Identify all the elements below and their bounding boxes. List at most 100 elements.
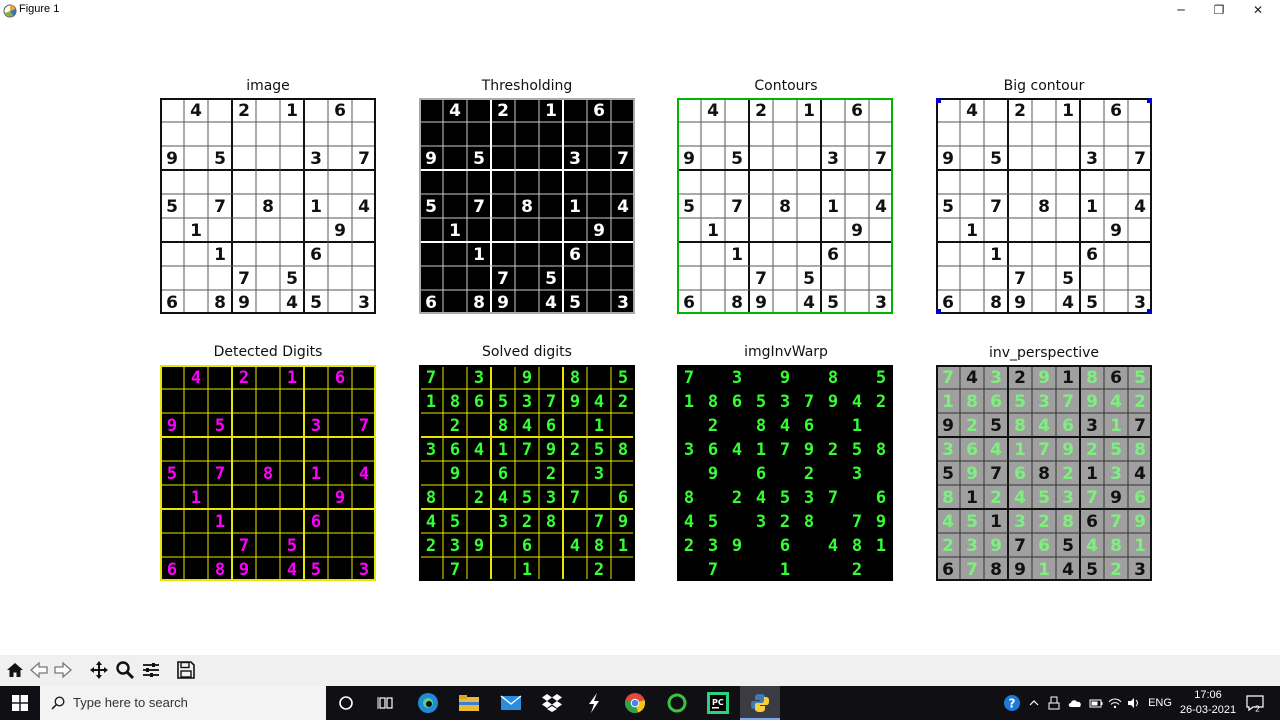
digit-cell: 5	[731, 149, 743, 169]
digit-cell: 7	[450, 560, 460, 580]
digit-cell: 8	[1038, 464, 1050, 484]
winamp-icon[interactable]	[574, 686, 614, 720]
usb-icon[interactable]	[1046, 686, 1062, 720]
digit-cell: 3	[804, 488, 814, 508]
digit-cell: 4	[1038, 416, 1050, 436]
pycharm-icon[interactable]: PC	[698, 686, 738, 720]
sudoku-grid: 7 3 9 8 51 8 6 5 3 7 9 4 22 8 4 6 13 6 4 1 7 9 2 5 89 6 2 38 2 4 5 3 7 64…	[677, 365, 893, 581]
start-button[interactable]	[0, 686, 40, 720]
save-icon[interactable]	[174, 658, 198, 682]
digit-cell: 7	[780, 440, 790, 460]
digit-cell: 8	[876, 440, 886, 460]
digit-cell: 3	[852, 464, 862, 484]
digit-cell: 3	[875, 293, 887, 313]
digit-cell: 8	[546, 512, 556, 532]
digit-cell: 2	[1038, 512, 1050, 532]
taskbar-clock[interactable]: 17:06 26-03-2021	[1170, 688, 1246, 718]
notification-center-icon[interactable]: 2	[1244, 686, 1266, 720]
digit-cell: 2	[990, 488, 1002, 508]
panel-title-img-inv-warp: imgInvWarp	[744, 344, 828, 360]
digit-cell: 1	[966, 488, 978, 508]
forward-arrow-icon[interactable]	[51, 658, 75, 682]
zoom-icon[interactable]	[113, 658, 137, 682]
volume-icon[interactable]	[1126, 686, 1142, 720]
cloud-icon[interactable]	[1066, 686, 1084, 720]
digit-cell: 5	[1086, 293, 1098, 313]
help-icon[interactable]: ?	[1002, 686, 1022, 720]
digit-cell: 9	[966, 464, 978, 484]
digit-cell: 4	[1086, 536, 1098, 556]
close-button[interactable]: ✕	[1239, 0, 1277, 20]
search-placeholder: Type here to search	[73, 695, 188, 710]
file-explorer-icon[interactable]	[449, 686, 489, 720]
dropbox-icon[interactable]	[532, 686, 572, 720]
digit-cell: 6	[425, 293, 437, 313]
digit-cell: 6	[166, 293, 178, 313]
digit-cell: 2	[522, 512, 532, 532]
digit-cell: 7	[1014, 269, 1026, 289]
digit-cell: 5	[1110, 440, 1122, 460]
digit-cell: 1	[449, 221, 461, 241]
chevron-up-icon[interactable]	[1026, 686, 1042, 720]
digit-cell: 3	[990, 368, 1002, 388]
sudoku-grid: 4 2 1 69 5 3 75 7 8 1 41 91 67 56 8 9 4 5 3	[160, 98, 376, 314]
digit-cell: 5	[1014, 392, 1026, 412]
python-icon[interactable]	[740, 686, 780, 720]
digit-cell: 7	[828, 488, 838, 508]
battery-icon[interactable]	[1088, 686, 1104, 720]
digit-cell: 2	[876, 392, 886, 412]
digit-cell: 9	[942, 149, 954, 169]
svg-text:PC: PC	[712, 698, 724, 707]
digit-cell: 2	[238, 101, 250, 121]
digit-cell: 1	[214, 245, 226, 265]
digit-cell: 9	[474, 536, 484, 556]
digit-cell: 6	[1110, 101, 1122, 121]
digit-cell: 5	[708, 512, 718, 532]
digit-cell: 8	[594, 536, 604, 556]
digit-cell: 5	[522, 488, 532, 508]
sudoku-grid: 4 2 1 69 5 3 75 7 8 1 41 91 67 56 8 9 4 5 3	[419, 98, 635, 314]
taskbar-search-box[interactable]: Type here to search	[40, 686, 326, 720]
minimize-button[interactable]: ─	[1162, 0, 1200, 20]
matplotlib-app-icon	[3, 3, 17, 18]
digit-cell: 5	[569, 293, 581, 313]
wifi-icon[interactable]	[1107, 686, 1123, 720]
digit-cell: 1	[756, 440, 766, 460]
digit-cell: 7	[1038, 440, 1050, 460]
digit-cell: 1	[707, 221, 719, 241]
back-arrow-icon[interactable]	[27, 658, 51, 682]
digit-cell: 3	[450, 536, 460, 556]
chrome-icon[interactable]	[615, 686, 655, 720]
restore-button[interactable]: ❐	[1200, 0, 1238, 20]
configure-subplots-icon[interactable]	[139, 658, 163, 682]
digit-cell: 1	[731, 245, 743, 265]
mail-icon[interactable]	[491, 686, 531, 720]
digit-cell: 7	[684, 368, 694, 388]
edge-icon[interactable]	[408, 686, 448, 720]
digit-cell: 2	[708, 416, 718, 436]
digit-cell: 6	[593, 101, 605, 121]
panel-title-detected-digits: Detected Digits	[213, 344, 323, 360]
digit-cell: 5	[966, 512, 978, 532]
digit-cell: 4	[966, 368, 978, 388]
digit-cell: 3	[780, 392, 790, 412]
digit-cell: 2	[755, 101, 767, 121]
digit-cell: 7	[804, 392, 814, 412]
digit-cell: 5	[1086, 560, 1098, 580]
digit-cell: 9	[851, 221, 863, 241]
cortana-icon[interactable]	[326, 686, 366, 720]
digit-cell: 9	[876, 512, 886, 532]
digit-cell: 5	[311, 560, 321, 580]
digit-cell: 4	[359, 464, 369, 484]
digit-cell: 4	[684, 512, 694, 532]
digit-cell: 4	[498, 488, 508, 508]
home-icon[interactable]	[3, 658, 27, 682]
task-view-icon[interactable]	[366, 686, 406, 720]
digit-cell: 8	[852, 536, 862, 556]
digit-cell: 4	[966, 101, 978, 121]
digit-cell: 9	[167, 416, 177, 436]
green-ring-icon[interactable]	[657, 686, 697, 720]
digit-cell: 8	[966, 392, 978, 412]
pan-icon[interactable]	[87, 658, 111, 682]
digit-cell: 9	[593, 221, 605, 241]
